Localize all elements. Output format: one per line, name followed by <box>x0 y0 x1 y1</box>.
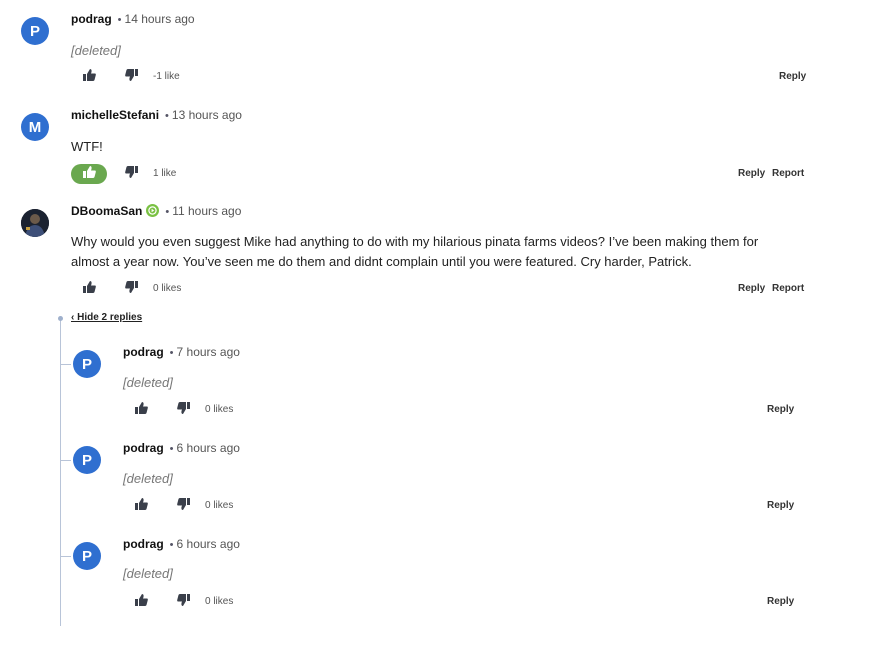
downvote-button[interactable] <box>165 400 201 420</box>
thumbs-up-icon <box>82 165 96 183</box>
thumbs-up-icon <box>134 497 148 515</box>
upvote-button[interactable] <box>71 67 107 87</box>
comment: M michelleStefani • 13 hours ago WTF! 1 li… <box>21 108 821 184</box>
thread-branch <box>61 364 71 365</box>
timestamp[interactable]: 14 hours ago <box>125 12 195 26</box>
avatar[interactable]: P <box>73 446 101 474</box>
downvote-button[interactable] <box>113 164 149 184</box>
upvote-button[interactable] <box>123 400 159 420</box>
comment-header: DBoomaSan • 11 hours ago <box>71 203 241 218</box>
comment: DBoomaSan • 11 hours ago Why would you eve… <box>21 204 841 304</box>
thumbs-down-icon <box>124 165 138 183</box>
author-name[interactable]: podrag <box>71 12 112 26</box>
avatar[interactable] <box>21 209 49 237</box>
downvote-button[interactable] <box>165 496 201 516</box>
reply-button[interactable]: Reply <box>767 404 794 415</box>
avatar[interactable]: P <box>21 17 49 45</box>
timestamp[interactable]: 6 hours ago <box>177 441 240 455</box>
thumbs-down-icon <box>124 68 138 86</box>
thumbs-down-icon <box>124 280 138 298</box>
reply-comment: P podrag • 6 hours ago [deleted] 0 likes R… <box>73 537 813 612</box>
timestamp[interactable]: 6 hours ago <box>177 537 240 551</box>
author-name[interactable]: michelleStefani <box>71 108 159 122</box>
reply-button[interactable]: Reply <box>767 500 794 511</box>
like-count: 0 likes <box>205 404 234 415</box>
upvote-button[interactable] <box>123 496 159 516</box>
like-count: 0 likes <box>205 500 234 511</box>
thumbs-up-icon <box>134 593 148 611</box>
like-count: 0 likes <box>153 283 182 294</box>
comment-body: [deleted] <box>123 375 173 390</box>
thread-branch <box>61 460 71 461</box>
comment-body: WTF! <box>71 139 103 154</box>
separator-dot: • <box>169 347 174 359</box>
thumbs-up-icon <box>134 401 148 419</box>
comment-actions: 1 like Reply Report <box>71 164 821 184</box>
comment-header: michelleStefani • 13 hours ago <box>71 107 242 122</box>
reply-button[interactable]: Reply <box>738 283 765 294</box>
thumbs-down-icon <box>176 401 190 419</box>
comment-actions: -1 like Reply <box>71 67 821 87</box>
play-badge-icon <box>146 204 160 217</box>
upvote-button[interactable] <box>71 279 107 299</box>
downvote-button[interactable] <box>113 279 149 299</box>
comment-actions: 0 likes Reply Report <box>71 279 821 299</box>
reply-button[interactable]: Reply <box>738 168 765 179</box>
comment-body: [deleted] <box>123 471 173 486</box>
separator-dot: • <box>165 206 170 218</box>
report-button[interactable]: Report <box>772 168 804 179</box>
separator-dot: • <box>169 539 174 551</box>
reply-button[interactable]: Reply <box>767 596 794 607</box>
avatar[interactable]: P <box>73 350 101 378</box>
thread-dot <box>58 316 63 321</box>
avatar[interactable]: P <box>73 542 101 570</box>
upvote-button[interactable] <box>123 592 159 612</box>
comment-header: podrag • 7 hours ago <box>123 344 240 359</box>
comment-actions: 0 likes Reply <box>123 496 813 516</box>
comment-header: podrag • 14 hours ago <box>71 11 195 26</box>
thread-branch <box>61 556 71 557</box>
reply-comment: P podrag • 7 hours ago [deleted] 0 likes R… <box>73 345 813 420</box>
thumbs-down-icon <box>176 593 190 611</box>
report-button[interactable]: Report <box>772 283 804 294</box>
downvote-button[interactable] <box>113 67 149 87</box>
thumbs-up-icon <box>82 280 96 298</box>
comment: P podrag • 14 hours ago [deleted] -1 like … <box>21 12 821 87</box>
separator-dot: • <box>117 14 122 26</box>
author-name[interactable]: podrag <box>123 441 164 455</box>
separator-dot: • <box>169 443 174 455</box>
comment-line: almost a year now. You’ve seen me do the… <box>71 254 692 269</box>
reply-button[interactable]: Reply <box>779 71 806 82</box>
reply-comment: P podrag • 6 hours ago [deleted] 0 likes R… <box>73 441 813 516</box>
comment-header: podrag • 6 hours ago <box>123 440 240 455</box>
like-count: 1 like <box>153 168 177 179</box>
author-name[interactable]: podrag <box>123 537 164 551</box>
downvote-button[interactable] <box>165 592 201 612</box>
author-name[interactable]: podrag <box>123 345 164 359</box>
comment-body: [deleted] <box>71 43 121 58</box>
thumbs-up-icon <box>82 68 96 86</box>
timestamp[interactable]: 11 hours ago <box>172 204 241 218</box>
avatar[interactable]: M <box>21 113 49 141</box>
upvote-button[interactable] <box>71 164 107 184</box>
like-count: 0 likes <box>205 596 234 607</box>
comment-header: podrag • 6 hours ago <box>123 536 240 551</box>
comment-body: Why would you even suggest Mike had anyt… <box>71 232 831 272</box>
timestamp[interactable]: 13 hours ago <box>172 108 242 122</box>
comment-actions: 0 likes Reply <box>123 592 813 612</box>
separator-dot: • <box>165 110 169 122</box>
hide-replies-button[interactable]: ‹ Hide 2 replies <box>71 312 142 323</box>
timestamp[interactable]: 7 hours ago <box>177 345 240 359</box>
comment-line: Why would you even suggest Mike had anyt… <box>71 234 759 249</box>
author-name[interactable]: DBoomaSan <box>71 204 142 218</box>
like-count: -1 like <box>153 71 180 82</box>
thumbs-down-icon <box>176 497 190 515</box>
comment-actions: 0 likes Reply <box>123 400 813 420</box>
comment-body: [deleted] <box>123 566 173 581</box>
